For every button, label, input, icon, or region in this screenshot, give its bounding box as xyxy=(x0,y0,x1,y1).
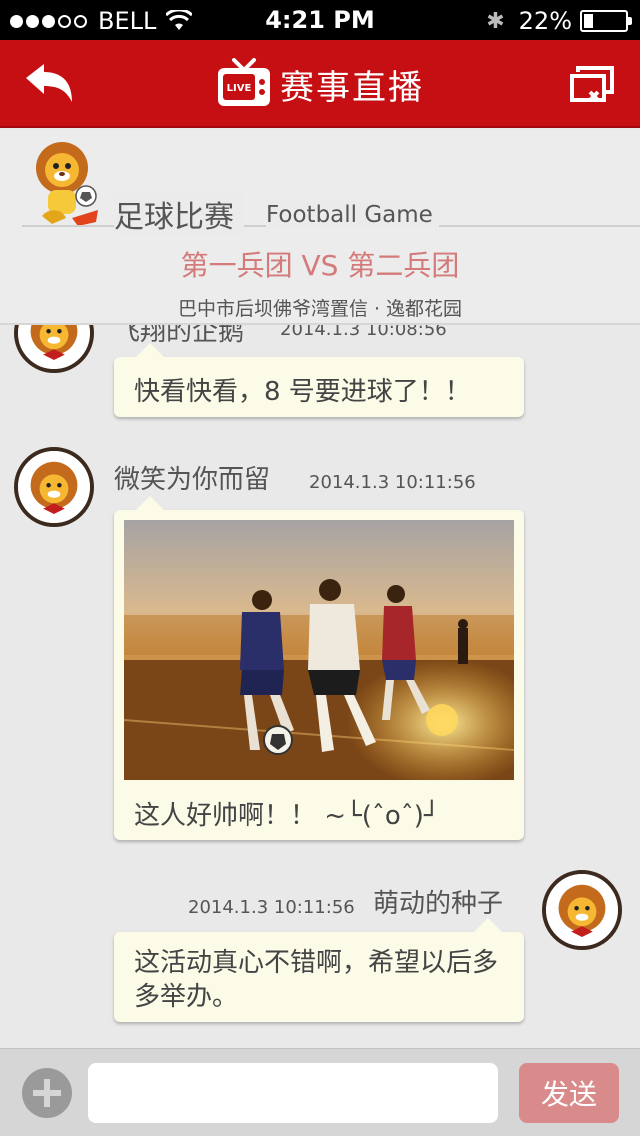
message-text: 快看快看，8 号要进球了！！ xyxy=(134,377,471,407)
live-tv-icon: LIVE xyxy=(218,58,270,106)
message-input-bar: 发送 xyxy=(0,1048,640,1136)
message-text: 这人好帅啊！！ ~└(ˆoˆ)┘ xyxy=(134,801,440,831)
message-time: 2014.1.3 10:08:56 xyxy=(280,325,447,340)
chat-list[interactable]: 飞翔的企鹅 2014.1.3 10:08:56 快看快看，8 号要进球了！！ 微… xyxy=(0,325,640,1048)
nav-bar: LIVE 赛事直播 xyxy=(0,40,640,128)
battery-percent: 22% xyxy=(518,7,572,35)
page-title: 赛事直播 xyxy=(280,67,424,108)
battery-icon xyxy=(580,10,632,32)
sport-title-en: Football Game xyxy=(266,202,439,228)
message-bubble[interactable]: 这人好帅啊！！ ~└(ˆoˆ)┘ xyxy=(114,496,524,840)
sender-name: 微笑为你而留 xyxy=(114,465,271,495)
message-bubble[interactable]: 这活动真心不错啊，希望以后多多举办。 xyxy=(114,918,524,1022)
message-bubble[interactable]: 快看快看，8 号要进球了！！ xyxy=(114,343,524,417)
match-photo[interactable] xyxy=(124,520,514,780)
live-badge: LIVE xyxy=(227,83,252,94)
avatar[interactable] xyxy=(542,870,622,950)
avatar[interactable] xyxy=(14,325,94,373)
sport-title-cn: 足球比赛 xyxy=(114,192,244,236)
battery-fill xyxy=(584,14,593,28)
message-time: 2014.1.3 10:11:56 xyxy=(188,897,355,918)
lion-mascot-logo xyxy=(36,142,98,226)
message-input[interactable] xyxy=(88,1063,498,1123)
message-time: 2014.1.3 10:11:56 xyxy=(309,472,476,493)
sender-name: 飞翔的企鹅 xyxy=(114,325,245,347)
match-teams: 第一兵团 VS 第二兵团 xyxy=(180,249,460,282)
bluetooth-icon: ✱ xyxy=(486,8,505,34)
sender-name: 萌动的种子 xyxy=(373,889,504,919)
status-bar: BELL 4:21 PM ✱ 22% xyxy=(0,0,640,40)
send-button[interactable]: 发送 xyxy=(519,1063,619,1123)
avatar[interactable] xyxy=(14,447,94,527)
message-text: 这活动真心不错啊，希望以后多多举办。 xyxy=(134,948,499,1012)
match-info-header: 足球比赛 Football Game 第一兵团 VS 第二兵团 巴中市后坝佛爷湾… xyxy=(0,130,640,325)
match-location: 巴中市后坝佛爷湾置信 · 逸都花园 xyxy=(177,298,463,320)
screen-share-icon[interactable] xyxy=(568,64,616,106)
add-attachment-icon[interactable] xyxy=(22,1068,72,1118)
